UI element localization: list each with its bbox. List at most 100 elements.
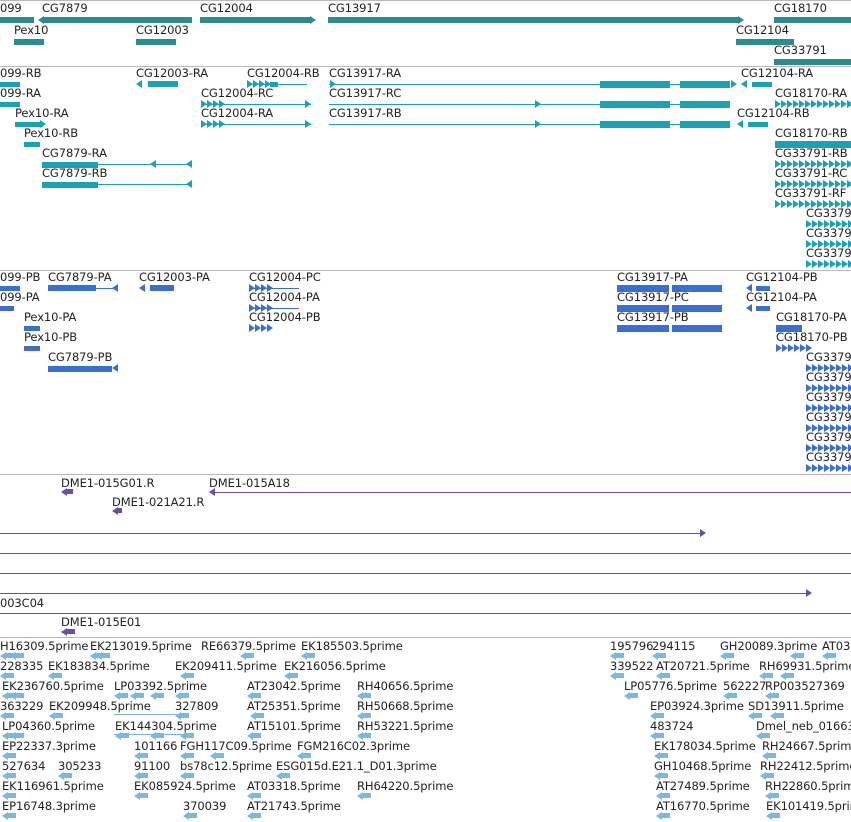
est-block[interactable] [660,773,668,778]
est-block[interactable] [186,773,194,778]
est-block[interactable] [64,773,72,778]
est-block[interactable] [253,813,261,818]
exon-block[interactable] [24,346,40,351]
gene-bar[interactable] [328,17,740,23]
exon-block[interactable] [600,81,670,88]
est-block[interactable] [656,733,664,738]
est-block[interactable] [658,653,666,658]
genes-track[interactable]: 099 CG7879 CG12004 CG13917 CG18170 Pex10 CG120… [0,1,851,66]
exon-block[interactable] [617,325,669,332]
est-block[interactable] [186,673,194,678]
exon-block[interactable] [680,121,730,128]
est-block[interactable] [363,713,371,718]
est-block[interactable] [771,793,779,798]
exon-block[interactable] [775,141,851,148]
est-block[interactable] [140,793,148,798]
exon-block[interactable] [148,81,178,87]
est-block[interactable] [766,773,774,778]
est-block[interactable] [253,733,261,738]
exon-block[interactable] [0,82,20,87]
est-block[interactable] [8,753,16,758]
exon-block[interactable] [48,285,96,291]
est-block[interactable] [246,653,254,658]
exon-block[interactable] [617,285,669,292]
est-block[interactable] [765,673,773,678]
exon-block[interactable] [270,82,278,87]
exon-block[interactable] [680,81,730,88]
exon-block[interactable] [42,182,98,188]
exon-block[interactable] [748,122,768,127]
est-block[interactable] [156,693,164,698]
clones-track[interactable]: DME1-015G01.R DME1-015A18 DME1-021A21.R 003… [0,475,851,637]
est-block[interactable] [656,713,664,718]
exon-block[interactable] [776,325,802,332]
est-block[interactable] [282,773,290,778]
exon-block[interactable] [756,306,770,311]
est-block[interactable] [762,733,770,738]
clone-block[interactable] [67,489,73,494]
est-block[interactable] [8,813,16,818]
est-block[interactable] [616,673,624,678]
est-block[interactable] [726,653,734,658]
est-block[interactable] [363,793,371,798]
exon-block[interactable] [48,366,112,372]
est-block[interactable] [662,813,670,818]
exon-block[interactable] [42,162,98,168]
est-block[interactable] [662,673,670,678]
est-block[interactable] [6,713,14,718]
est-block[interactable] [186,733,194,738]
transcripts-track[interactable]: 099-RB CG12003-RA CG12004-RB CG13917-RA CG12… [0,67,851,270]
exon-block[interactable] [617,305,669,312]
est-block[interactable] [6,673,14,678]
est-block[interactable] [55,713,63,718]
gene-bar[interactable] [136,39,176,45]
est-block[interactable] [776,713,784,718]
exon-block[interactable] [24,142,40,147]
est-block[interactable] [363,733,371,738]
polypeptides-track[interactable]: 099-PB CG7879-PA CG12003-PA CG12004-PC CG139… [0,271,851,474]
est-block[interactable] [256,713,264,718]
clone-block[interactable] [118,508,122,513]
exon-block[interactable] [15,122,43,127]
est-block[interactable] [253,793,261,798]
est-block[interactable] [8,793,16,798]
est-block[interactable] [102,653,110,658]
est-block[interactable] [771,693,779,698]
est-block[interactable] [216,753,224,758]
est-block[interactable] [307,653,315,658]
est-block[interactable] [16,733,24,738]
exon-block[interactable] [680,101,730,108]
est-block[interactable] [140,773,148,778]
est-block[interactable] [363,693,371,698]
est-block[interactable] [54,673,62,678]
exon-block[interactable] [672,325,722,332]
exon-block[interactable] [24,326,40,331]
est-block[interactable] [616,653,624,658]
est-block[interactable] [828,653,836,658]
exon-block[interactable] [600,101,670,108]
est-block[interactable] [120,693,128,698]
est-block[interactable] [140,753,148,758]
est-block[interactable] [660,753,668,758]
est-block[interactable] [136,693,144,698]
est-block[interactable] [181,693,189,698]
est-track[interactable]: H16309.5prime EK213019.5prime RE66379.5pri… [0,638,851,822]
est-block[interactable] [253,693,261,698]
exon-block[interactable] [756,286,770,291]
est-block[interactable] [16,693,24,698]
est-block[interactable] [768,753,776,758]
exon-block[interactable] [600,121,670,128]
est-block[interactable] [303,753,311,758]
exon-block[interactable] [150,285,174,291]
est-block[interactable] [796,653,804,658]
est-block[interactable] [186,753,194,758]
est-block[interactable] [729,693,737,698]
gene-bar[interactable] [14,39,44,45]
est-block[interactable] [786,673,794,678]
est-block[interactable] [290,673,298,678]
exon-block[interactable] [672,285,722,292]
exon-block[interactable] [752,82,772,87]
clone-block[interactable] [67,629,75,634]
exon-block[interactable] [0,286,20,291]
est-block[interactable] [754,713,762,718]
